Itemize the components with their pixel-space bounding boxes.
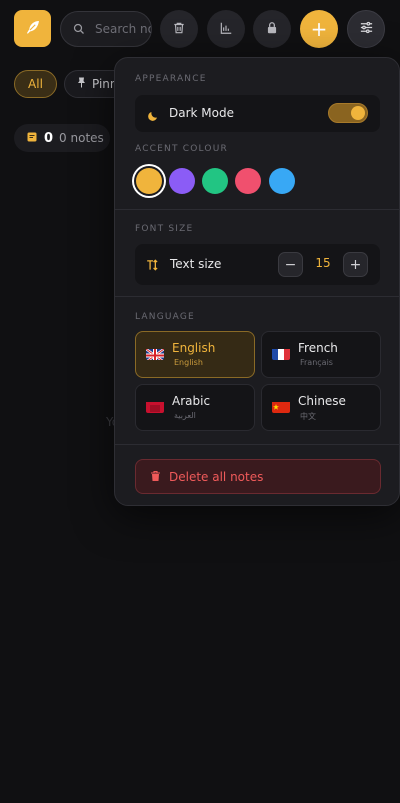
text-size-label: Text size <box>170 257 222 271</box>
minus-icon: − <box>284 256 297 273</box>
accent-section-label: ACCENT COLOUR <box>135 144 228 154</box>
appearance-section-label: APPEARANCE <box>135 74 207 84</box>
delete-all-notes-button[interactable]: Delete all notes <box>135 459 381 494</box>
filter-all-chip[interactable]: All <box>14 70 57 98</box>
trash-icon <box>150 467 161 486</box>
stats-button[interactable] <box>207 10 245 48</box>
chart-icon <box>219 20 233 39</box>
divider <box>115 296 400 297</box>
accent-swatch-green[interactable] <box>202 168 228 194</box>
note-count-text: 0 notes <box>59 131 104 145</box>
add-note-button[interactable]: + <box>300 10 338 48</box>
pin-icon <box>77 77 86 91</box>
top-bar: + <box>0 0 400 58</box>
plus-icon: + <box>310 17 328 41</box>
language-option-french[interactable]: French Français <box>261 331 381 378</box>
divider <box>115 444 400 445</box>
delete-all-label: Delete all notes <box>169 469 264 484</box>
toggle-knob <box>351 106 365 120</box>
trash-icon <box>172 20 186 39</box>
search-box[interactable] <box>60 11 152 47</box>
font-size-section-label: FONT SIZE <box>135 224 194 234</box>
language-option-english[interactable]: English English <box>135 331 255 378</box>
note-icon <box>27 131 37 145</box>
accent-swatch-purple[interactable] <box>169 168 195 194</box>
accent-swatch-pink[interactable] <box>235 168 261 194</box>
language-option-arabic[interactable]: Arabic العربية <box>135 384 255 431</box>
dark-mode-row: Dark Mode <box>135 95 380 132</box>
arabic-flag-icon <box>146 400 164 413</box>
font-decrease-button[interactable]: − <box>278 252 303 277</box>
language-native: English <box>174 358 203 367</box>
font-increase-button[interactable]: + <box>343 252 368 277</box>
language-native: Français <box>300 358 333 367</box>
note-count-number: 0 <box>44 130 54 146</box>
france-flag-icon <box>272 347 290 360</box>
search-icon <box>73 20 85 39</box>
plus-icon: + <box>349 256 362 273</box>
language-name: English <box>172 341 216 355</box>
note-count-pill: 0 0 notes <box>14 124 110 152</box>
filter-all-label: All <box>28 77 43 91</box>
divider <box>115 209 400 210</box>
moon-icon <box>147 107 159 126</box>
uk-flag-icon <box>146 347 164 360</box>
settings-panel: APPEARANCE Dark Mode ACCENT COLOUR FONT … <box>114 57 400 506</box>
language-name: Chinese <box>298 394 346 408</box>
font-size-value: 15 <box>315 256 331 270</box>
app-logo[interactable] <box>14 10 51 47</box>
china-flag-icon <box>272 400 290 413</box>
language-option-chinese[interactable]: Chinese 中文 <box>261 384 381 431</box>
feather-icon <box>24 18 42 40</box>
lock-icon <box>265 20 279 39</box>
accent-swatch-orange[interactable] <box>136 168 162 194</box>
language-native: 中文 <box>300 412 316 421</box>
dark-mode-toggle[interactable] <box>328 103 368 123</box>
search-input[interactable] <box>95 22 151 36</box>
accent-swatch-blue[interactable] <box>269 168 295 194</box>
language-name: French <box>298 341 338 355</box>
language-section-label: LANGUAGE <box>135 312 195 322</box>
settings-button[interactable] <box>347 10 385 48</box>
trash-button[interactable] <box>160 10 198 48</box>
language-name: Arabic <box>172 394 211 408</box>
text-size-row: Text size − 15 + <box>135 244 380 285</box>
text-size-icon <box>146 257 160 276</box>
language-native: العربية <box>174 411 196 420</box>
dark-mode-label: Dark Mode <box>169 106 234 120</box>
sliders-icon <box>359 20 374 39</box>
lock-button[interactable] <box>253 10 291 48</box>
